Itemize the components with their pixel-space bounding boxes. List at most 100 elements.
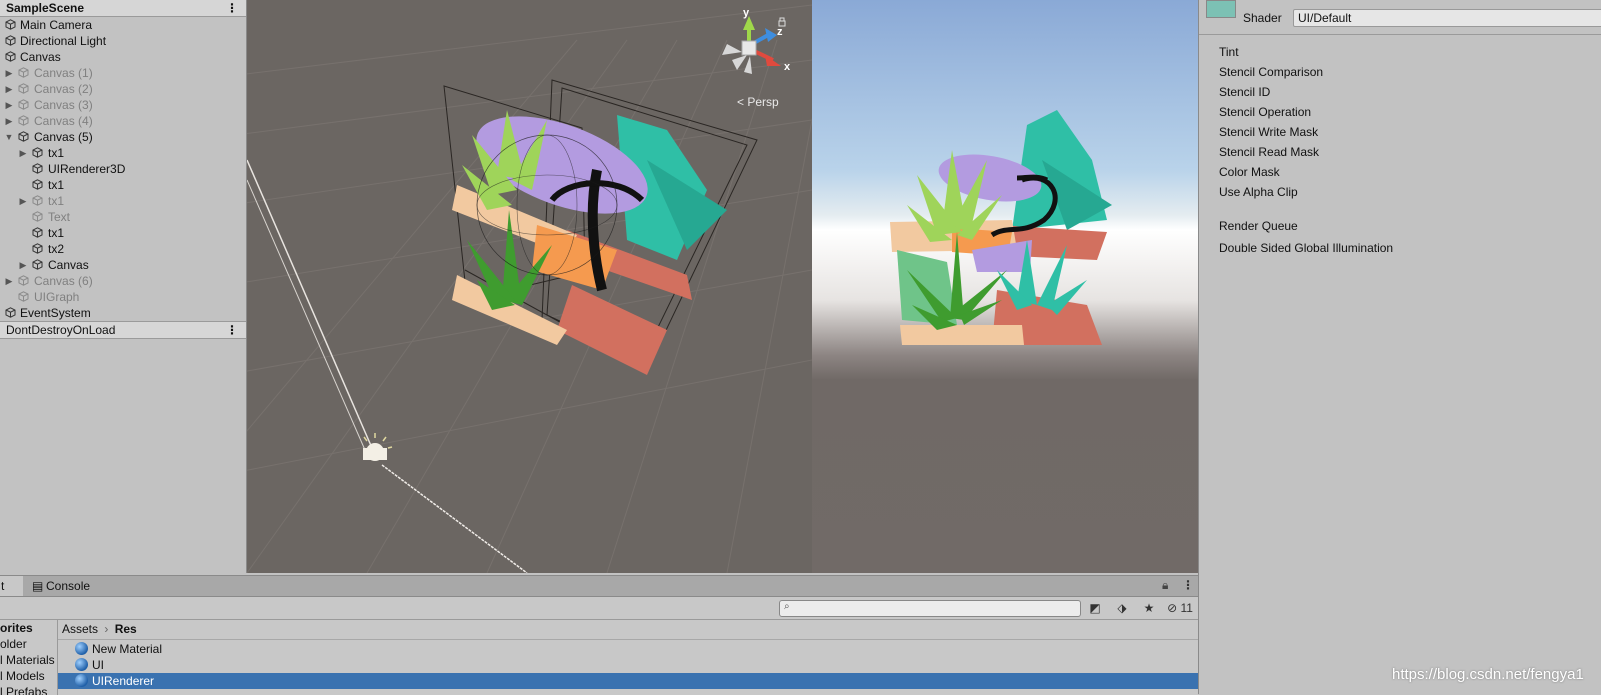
shader-dropdown[interactable]: UI/Default <box>1293 9 1601 27</box>
prop-double-sided-gi: Double Sided Global Illumination <box>1219 241 1394 255</box>
hierarchy-item-label: Canvas <box>20 50 61 64</box>
divider <box>58 639 1198 640</box>
prop-stencil-comparison: Stencil Comparison <box>1219 65 1324 79</box>
hierarchy-item-label: tx1 <box>48 226 65 240</box>
hierarchy-item-label: tx2 <box>48 242 65 256</box>
hierarchy-item-label: Canvas (2) <box>34 82 93 96</box>
hierarchy-item-main-camera[interactable]: Main Camera <box>0 17 246 33</box>
gameobject-cube-icon <box>18 67 29 78</box>
tab-project-label: t <box>1 579 5 593</box>
scene-viewport[interactable] <box>247 0 812 573</box>
prop-stencil-write-mask: Stencil Write Mask <box>1219 125 1319 139</box>
expand-arrow-icon[interactable]: ▶ <box>4 81 14 97</box>
game-view[interactable] <box>812 0 1198 573</box>
material-preview-icon <box>1206 0 1236 18</box>
hierarchy-item-tx1[interactable]: tx1 <box>0 177 246 193</box>
asset-ui[interactable]: UI <box>58 657 1198 673</box>
filter-by-label-icon[interactable]: ⬗ <box>1110 599 1134 617</box>
inspector-panel: Shader UI/Default Tint Stencil Compariso… <box>1198 0 1601 694</box>
dont-destroy-label: DontDestroyOnLoad <box>6 323 116 337</box>
project-toolbar: ⌕ ◩ ⬗ ★ ⊘ 11 <box>0 597 1198 620</box>
hierarchy-item-label: EventSystem <box>20 306 91 320</box>
expand-arrow-icon[interactable]: ▶ <box>4 113 14 129</box>
hierarchy-item-canvas-2[interactable]: ▶ Canvas (2) <box>0 81 246 97</box>
lock-icon[interactable]: 🔒︎ <box>1162 578 1168 593</box>
favorite-folder[interactable]: older <box>0 636 27 652</box>
scene-view[interactable]: y z x < Persp <box>247 0 812 573</box>
hierarchy-item-label: Directional Light <box>20 34 107 48</box>
expand-arrow-icon[interactable]: ▶ <box>18 193 28 209</box>
hierarchy-item-label: Canvas (6) <box>34 274 93 288</box>
tab-project[interactable]: t <box>0 576 23 596</box>
expand-arrow-icon[interactable]: ▶ <box>18 145 28 161</box>
hierarchy-item-eventsystem[interactable]: EventSystem <box>0 305 246 321</box>
prop-use-alpha-clip: Use Alpha Clip <box>1219 185 1298 199</box>
gameobject-cube-icon <box>32 163 43 174</box>
filter-by-type-icon[interactable]: ◩ <box>1083 599 1107 617</box>
expand-arrow-icon[interactable]: ▶ <box>4 65 14 81</box>
hierarchy-item-uigraph[interactable]: UIGraph <box>0 289 246 305</box>
breadcrumb-res[interactable]: Res <box>115 622 137 636</box>
asset-new-material[interactable]: New Material <box>58 641 1198 657</box>
favorites-header: orites <box>0 621 33 635</box>
hidden-packages-toggle[interactable]: ⊘ 11 <box>1164 599 1196 617</box>
gameobject-cube-icon <box>18 115 29 126</box>
hierarchy-item-directional-light[interactable]: Directional Light <box>0 33 246 49</box>
asset-uirenderer[interactable]: UIRenderer <box>58 673 1198 689</box>
hierarchy-item-tx2[interactable]: tx2 <box>0 241 246 257</box>
hierarchy-item-label: Canvas (1) <box>34 66 93 80</box>
scene-menu-icon[interactable]: ⋮ <box>226 0 238 16</box>
hierarchy-item-canvas-5[interactable]: ▼ Canvas (5) <box>0 129 246 145</box>
hierarchy-item-canvas-6[interactable]: ▶ Canvas (6) <box>0 273 246 289</box>
dont-destroy-on-load-header[interactable]: DontDestroyOnLoad ⋮ <box>0 321 246 339</box>
hierarchy-item-tx1[interactable]: tx1 <box>0 225 246 241</box>
hierarchy-item-text[interactable]: Text <box>0 209 246 225</box>
hierarchy-item-tx1[interactable]: ▶ tx1 <box>0 193 246 209</box>
hierarchy-item-uirenderer3d[interactable]: UIRenderer3D <box>0 161 246 177</box>
hierarchy-item-canvas[interactable]: ▶ Canvas <box>0 257 246 273</box>
hierarchy-item-canvas-1[interactable]: ▶ Canvas (1) <box>0 65 246 81</box>
shader-label: Shader <box>1243 11 1282 25</box>
favorites-column: orites older l Materials l Models l Pref… <box>0 620 58 695</box>
hierarchy-item-canvas[interactable]: Canvas <box>0 49 246 65</box>
expand-arrow-icon[interactable]: ▶ <box>4 97 14 113</box>
tab-console-label: Console <box>46 579 91 593</box>
hierarchy-item-tx1[interactable]: ▶ tx1 <box>0 145 246 161</box>
expand-arrow-icon[interactable]: ▶ <box>18 257 28 273</box>
breadcrumb: Assets › Res <box>62 620 137 638</box>
gameobject-cube-icon <box>18 275 29 286</box>
prop-stencil-operation: Stencil Operation <box>1219 105 1312 119</box>
material-icon <box>75 674 88 687</box>
breadcrumb-assets[interactable]: Assets <box>62 622 98 636</box>
hierarchy-item-canvas-3[interactable]: ▶ Canvas (3) <box>0 97 246 113</box>
hierarchy-item-canvas-4[interactable]: ▶ Canvas (4) <box>0 113 246 129</box>
expand-arrow-icon[interactable]: ▶ <box>4 273 14 289</box>
tab-console[interactable]: ▤ Console <box>30 576 110 596</box>
scene-header[interactable]: SampleScene ⋮ <box>0 0 246 17</box>
gameobject-cube-icon <box>32 195 43 206</box>
gizmo-y-label: y <box>743 7 750 19</box>
gameobject-cube-icon <box>32 259 43 270</box>
persp-toggle[interactable]: < Persp <box>737 95 779 109</box>
prop-stencil-read-mask: Stencil Read Mask <box>1219 145 1320 159</box>
gameobject-cube-icon <box>18 99 29 110</box>
hierarchy-item-label: Canvas (5) <box>34 130 93 144</box>
favorite-models[interactable]: l Models <box>0 668 45 684</box>
hierarchy-item-label: Canvas <box>48 258 89 272</box>
search-input[interactable]: ⌕ <box>779 600 1081 617</box>
favorite-prefabs[interactable]: l Prefabs <box>0 684 47 695</box>
gameobject-cube-icon <box>5 51 16 62</box>
gameobject-cube-icon <box>18 83 29 94</box>
collapse-arrow-icon[interactable]: ▼ <box>4 129 14 145</box>
gameobject-cube-icon <box>32 147 43 158</box>
favorite-materials[interactable]: l Materials <box>0 652 55 668</box>
gameobject-cube-icon <box>32 243 43 254</box>
gameobject-cube-icon <box>32 227 43 238</box>
scene-name: SampleScene <box>6 1 85 15</box>
hierarchy-item-label: UIRenderer3D <box>48 162 126 176</box>
favorite-star-icon[interactable]: ★ <box>1137 599 1161 617</box>
prop-render-queue: Render Queue <box>1219 219 1298 233</box>
dont-destroy-menu-icon[interactable]: ⋮ <box>226 322 238 338</box>
panel-menu-icon[interactable]: ⋮ <box>1182 578 1194 592</box>
gameobject-cube-icon <box>32 179 43 190</box>
